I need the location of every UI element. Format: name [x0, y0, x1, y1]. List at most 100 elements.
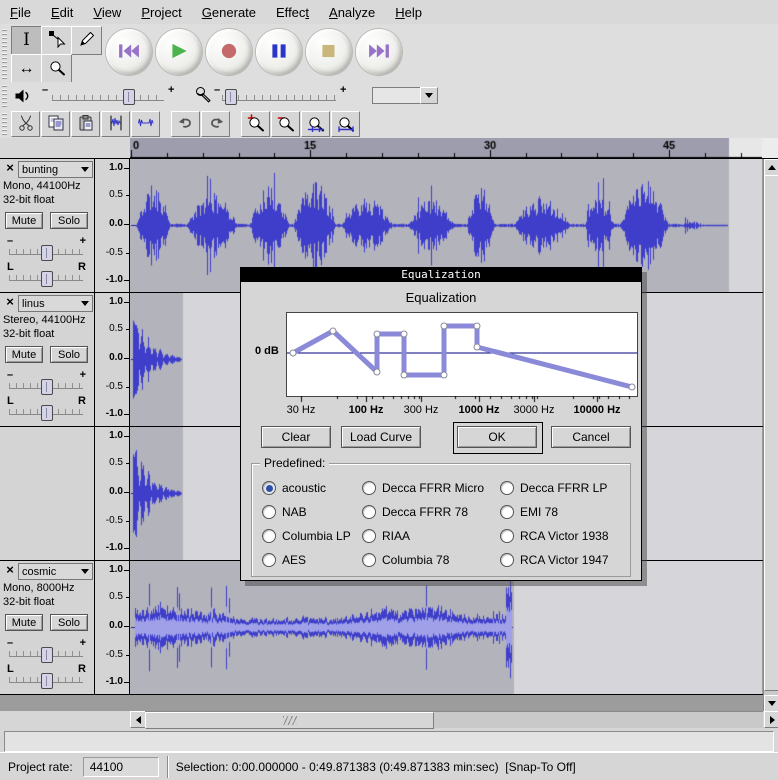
fit-selection-button[interactable] — [301, 111, 330, 137]
record-button[interactable] — [206, 29, 252, 75]
zoom-tool-button[interactable] — [41, 54, 72, 83]
gain-slider-thumb[interactable] — [41, 647, 53, 663]
timeshift-tool-button[interactable]: ↔ — [11, 54, 42, 83]
project-rate-value[interactable]: 44100 — [83, 757, 159, 777]
menu-project[interactable]: Project — [131, 2, 191, 23]
radio-columbia-lp[interactable]: Columbia LP — [262, 529, 362, 543]
close-track-button[interactable]: × — [3, 161, 17, 175]
mute-button[interactable]: Mute — [5, 346, 43, 363]
fit-project-button[interactable] — [331, 111, 360, 137]
toolbar-grip[interactable] — [2, 113, 7, 135]
vertical-ruler[interactable]: 1.00.50.0-0.5-1.0 — [95, 293, 130, 426]
pause-button[interactable] — [256, 29, 302, 75]
menu-edit[interactable]: Edit — [41, 2, 83, 23]
radio-nab[interactable]: NAB — [262, 505, 362, 519]
vertical-ruler[interactable]: 1.00.50.0-0.5-1.0 — [95, 561, 130, 694]
close-track-button[interactable]: × — [3, 295, 17, 309]
pan-slider[interactable]: LR — [0, 399, 94, 425]
gain-slider-thumb[interactable] — [41, 379, 53, 395]
track-name-dropdown[interactable]: bunting — [18, 161, 93, 178]
pan-slider-thumb[interactable] — [41, 673, 53, 689]
menu-effect[interactable]: Effect — [266, 2, 319, 23]
solo-button[interactable]: Solo — [50, 614, 88, 631]
radio-decca-ffrr-lp[interactable]: Decca FFRR LP — [500, 481, 632, 495]
input-source-dropdown[interactable] — [372, 87, 438, 104]
cut-button[interactable] — [11, 111, 40, 137]
scroll-left-button[interactable] — [130, 711, 146, 728]
input-volume-thumb[interactable] — [225, 89, 237, 105]
freq-label: 30 Hz — [287, 404, 316, 416]
timeshift-tool-icon: ↔ — [19, 60, 35, 78]
menu-analyze[interactable]: Analyze — [319, 2, 385, 23]
gain-slider-thumb[interactable] — [41, 245, 53, 261]
radio-emi-78[interactable]: EMI 78 — [500, 505, 632, 519]
redo-button[interactable] — [201, 111, 230, 137]
radio-acoustic[interactable]: acoustic — [262, 481, 362, 495]
radio-label: Columbia LP — [282, 529, 351, 543]
dropdown-button[interactable] — [420, 87, 438, 104]
ok-button[interactable]: OK — [457, 426, 537, 448]
skip-to-end-button[interactable] — [356, 29, 402, 75]
pan-slider-thumb[interactable] — [41, 271, 53, 287]
vertical-ruler[interactable]: 1.00.50.0-0.5-1.0 — [95, 427, 130, 560]
zoom-out-button[interactable] — [271, 111, 300, 137]
draw-tool-button[interactable] — [71, 26, 102, 55]
trim-button[interactable] — [101, 111, 130, 137]
output-volume-thumb[interactable] — [123, 89, 135, 105]
menu-help[interactable]: Help — [385, 2, 432, 23]
copy-button[interactable] — [41, 111, 70, 137]
envelope-tool-button[interactable] — [41, 26, 72, 55]
horizontal-scroll-thumb[interactable] — [145, 712, 434, 729]
scroll-down-button[interactable] — [764, 695, 778, 712]
selection-tool-button[interactable]: I — [11, 26, 42, 55]
solo-button[interactable]: Solo — [50, 346, 88, 363]
dialog-title-bar[interactable]: Equalization — [241, 268, 641, 282]
pan-slider-thumb[interactable] — [41, 405, 53, 421]
input-volume-slider[interactable] — [222, 95, 336, 101]
toolbar-grip[interactable] — [2, 27, 7, 79]
radio-decca-ffrr-micro[interactable]: Decca FFRR Micro — [362, 481, 500, 495]
vertical-scroll-thumb[interactable] — [764, 175, 778, 691]
timeline-ruler[interactable] — [130, 138, 762, 158]
mute-button[interactable]: Mute — [5, 212, 43, 229]
pan-slider[interactable]: LR — [0, 265, 94, 291]
silence-button[interactable] — [131, 111, 160, 137]
output-volume-slider[interactable] — [52, 95, 164, 101]
menu-view[interactable]: View — [83, 2, 131, 23]
play-button[interactable] — [156, 29, 202, 75]
vertical-scrollbar[interactable] — [763, 159, 778, 711]
scroll-up-button[interactable] — [764, 159, 778, 176]
scroll-right-button[interactable] — [764, 711, 778, 728]
pan-slider[interactable]: LR — [0, 667, 94, 693]
mute-button[interactable]: Mute — [5, 614, 43, 631]
menu-file[interactable]: File — [0, 2, 41, 23]
equalization-curve-graph[interactable] — [286, 312, 638, 397]
radio-aes[interactable]: AES — [262, 553, 362, 567]
freq-label: 1000 Hz — [459, 404, 500, 416]
menu-generate[interactable]: Generate — [192, 2, 266, 23]
stop-button[interactable] — [306, 29, 352, 75]
radio-rca-victor-1947[interactable]: RCA Victor 1947 — [500, 553, 632, 567]
zoom-in-button[interactable] — [241, 111, 270, 137]
undo-button[interactable] — [171, 111, 200, 137]
horizontal-scrollbar[interactable] — [0, 711, 778, 727]
track-name-dropdown[interactable]: cosmic — [18, 563, 93, 580]
radio-riaa[interactable]: RIAA — [362, 529, 500, 543]
transport-controls — [106, 29, 402, 75]
skip-to-start-button[interactable] — [106, 29, 152, 75]
load-curve-button[interactable]: Load Curve — [341, 426, 421, 448]
solo-button[interactable]: Solo — [50, 212, 88, 229]
cancel-button[interactable]: Cancel — [551, 426, 631, 448]
vertical-ruler[interactable]: 1.00.50.0-0.5-1.0 — [95, 159, 130, 292]
track-name-dropdown[interactable]: linus — [18, 295, 93, 312]
track-panel-blank — [0, 427, 95, 560]
close-track-button[interactable]: × — [3, 563, 17, 577]
clear-button[interactable]: Clear — [261, 426, 331, 448]
radio-decca-ffrr-78[interactable]: Decca FFRR 78 — [362, 505, 500, 519]
radio-label: Decca FFRR LP — [520, 481, 607, 495]
toolbar-grip[interactable] — [2, 85, 7, 107]
horizontal-scroll-trough[interactable] — [145, 711, 763, 728]
paste-button[interactable] — [71, 111, 100, 137]
radio-columbia-78[interactable]: Columbia 78 — [362, 553, 500, 567]
radio-rca-victor-1938[interactable]: RCA Victor 1938 — [500, 529, 632, 543]
